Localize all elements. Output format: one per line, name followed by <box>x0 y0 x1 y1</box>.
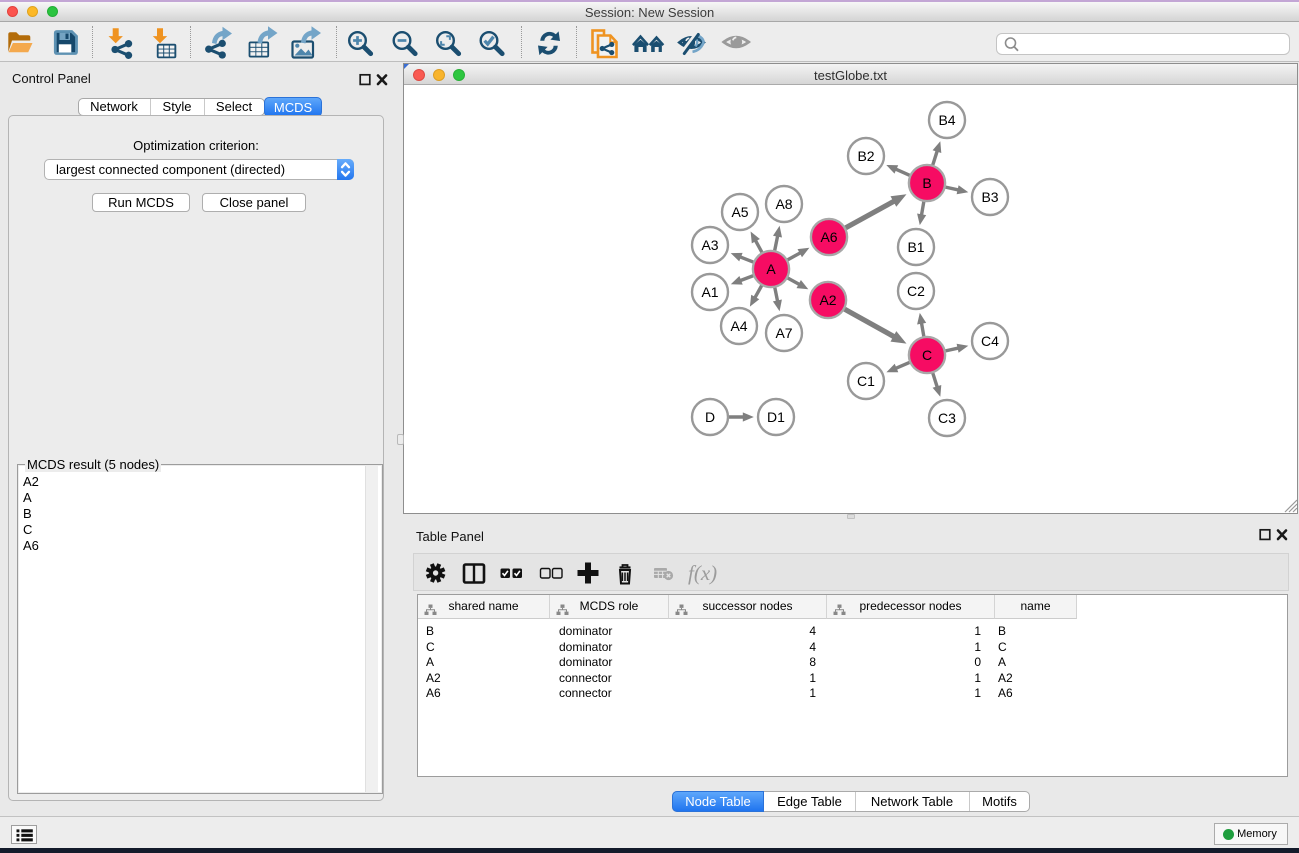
svg-text:D1: D1 <box>767 409 785 425</box>
svg-text:A7: A7 <box>775 325 792 341</box>
svg-text:C4: C4 <box>981 333 999 349</box>
svg-text:A8: A8 <box>775 196 792 212</box>
svg-text:C2: C2 <box>907 283 925 299</box>
svg-text:C: C <box>922 347 932 363</box>
svg-text:C3: C3 <box>938 410 956 426</box>
svg-text:f(x): f(x) <box>688 561 717 585</box>
svg-text:A1: A1 <box>701 284 718 300</box>
svg-text:A6: A6 <box>820 229 837 245</box>
svg-text:B: B <box>922 175 931 191</box>
svg-text:A3: A3 <box>701 237 718 253</box>
svg-text:A2: A2 <box>819 292 836 308</box>
svg-text:B2: B2 <box>857 148 874 164</box>
svg-text:B1: B1 <box>907 239 924 255</box>
svg-text:C1: C1 <box>857 373 875 389</box>
svg-text:A: A <box>766 261 776 277</box>
svg-text:D: D <box>705 409 715 425</box>
svg-text:B3: B3 <box>981 189 998 205</box>
svg-text:A5: A5 <box>731 204 748 220</box>
svg-text:A4: A4 <box>730 318 747 334</box>
svg-text:B4: B4 <box>938 112 955 128</box>
